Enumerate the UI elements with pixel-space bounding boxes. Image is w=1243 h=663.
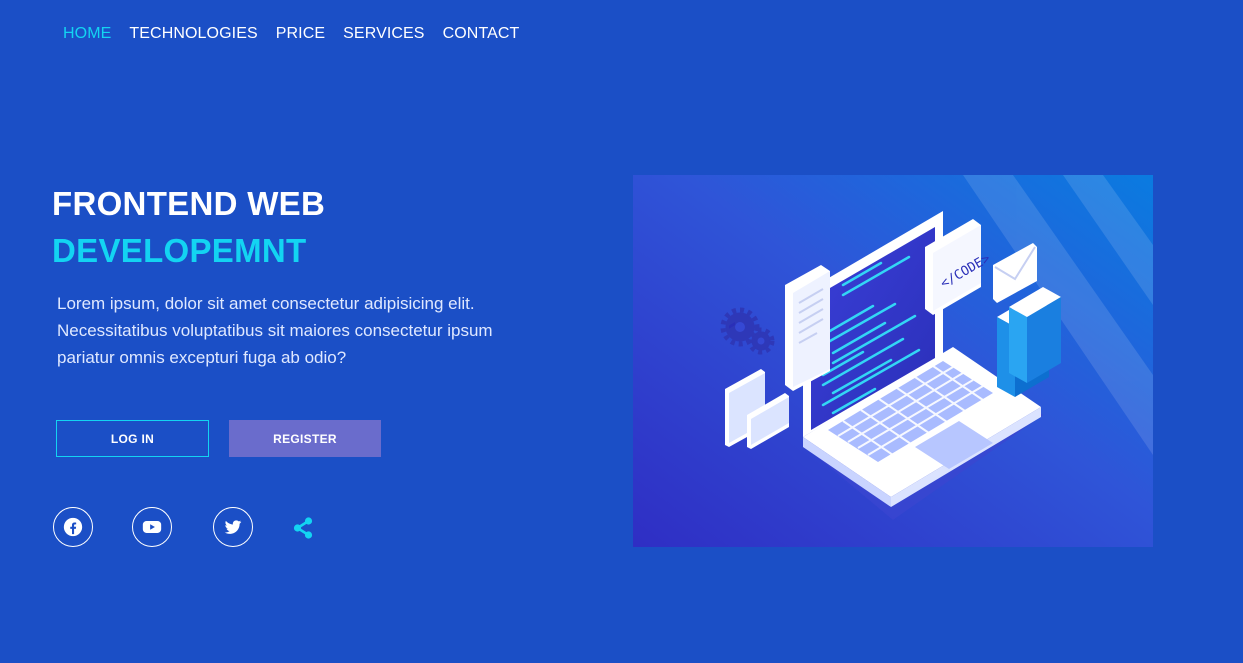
register-button[interactable]: REGISTER [229,420,381,457]
hero-title-line1: FRONTEND WEB [52,185,326,222]
laptop-illustration: </CODE> [633,175,1153,547]
hero-title: FRONTEND WEB DEVELOPEMNT [52,180,325,274]
youtube-icon [142,521,162,533]
hero-description: Lorem ipsum, dolor sit amet consectetur … [57,294,493,367]
nav-item-home[interactable]: HOME [63,25,111,43]
social-links [53,507,333,548]
nav-item-services[interactable]: SERVICES [343,25,424,43]
twitter-link[interactable] [213,507,253,547]
login-button[interactable]: LOG IN [56,420,209,457]
facebook-icon [63,517,83,537]
youtube-link[interactable] [132,507,172,547]
nav-item-price[interactable]: PRICE [276,25,325,43]
twitter-icon [224,520,242,534]
facebook-link[interactable] [53,507,93,547]
hero-illustration: </CODE> [633,175,1153,547]
share-icon[interactable] [291,516,315,540]
nav-item-technologies[interactable]: TECHNOLOGIES [129,25,257,43]
hero-title-line2: DEVELOPEMNT [52,232,307,269]
main-nav: HOME TECHNOLOGIES PRICE SERVICES CONTACT [63,25,519,43]
nav-item-contact[interactable]: CONTACT [443,25,520,43]
